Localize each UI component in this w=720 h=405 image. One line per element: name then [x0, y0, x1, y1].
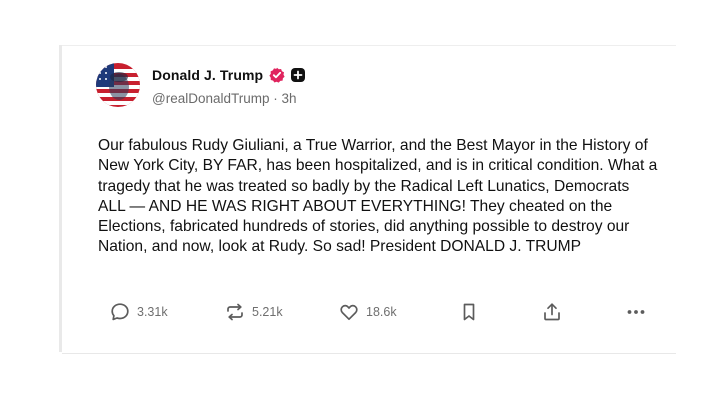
bookmark-button[interactable] [458, 300, 480, 324]
verified-badge-icon [269, 67, 285, 83]
more-button[interactable] [625, 300, 647, 324]
like-button[interactable]: 18.6k [338, 300, 397, 324]
share-button[interactable] [541, 300, 563, 324]
comment-icon [111, 303, 129, 321]
repost-count: 5.21k [252, 305, 283, 319]
bookmark-icon [463, 303, 475, 321]
reply-button[interactable]: 3.31k [109, 300, 168, 324]
plus-badge-icon [291, 68, 306, 82]
repost-button[interactable]: 5.21k [224, 300, 283, 324]
avatar[interactable] [96, 63, 140, 107]
handle-row: @realDonaldTrump · 3h [152, 91, 297, 106]
more-icon [627, 310, 645, 314]
post-body: Our fabulous Rudy Giuliani, a True Warri… [98, 137, 658, 256]
like-count: 18.6k [366, 305, 397, 319]
separator: · [273, 91, 278, 106]
avatar-image [96, 63, 140, 107]
reply-count: 3.31k [137, 305, 168, 319]
timestamp[interactable]: 3h [282, 91, 297, 106]
author-row: Donald J. Trump [152, 65, 306, 85]
action-bar: 3.31k 5.21k 18.6k [98, 300, 658, 324]
repost-icon [227, 303, 243, 321]
author-name[interactable]: Donald J. Trump [152, 67, 263, 83]
share-icon [544, 303, 560, 321]
heart-icon [340, 304, 358, 321]
author-handle[interactable]: @realDonaldTrump [152, 91, 270, 106]
